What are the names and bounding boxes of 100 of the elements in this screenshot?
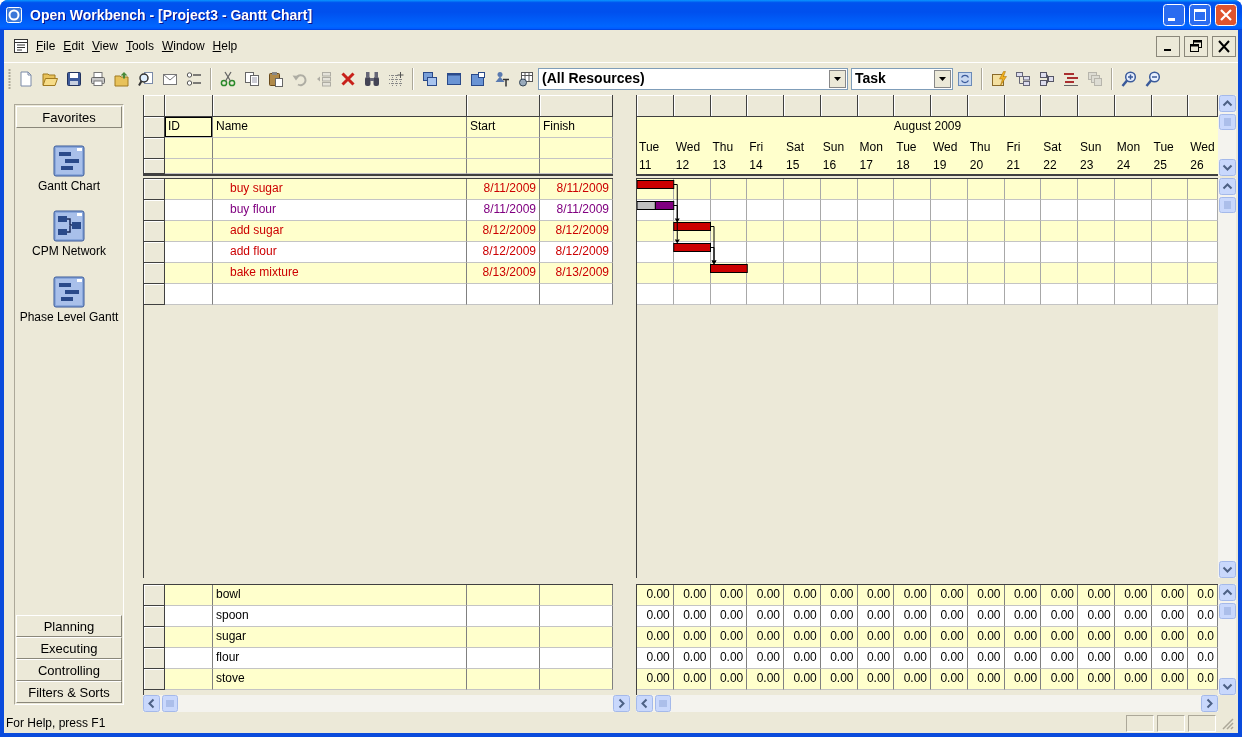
task-row[interactable]: buy sugar 8/11/2009 8/11/2009	[144, 179, 613, 200]
copy-icon[interactable]	[244, 70, 260, 87]
row-header[interactable]	[144, 284, 165, 305]
folder-arrow-icon[interactable]	[114, 70, 130, 87]
row-header[interactable]	[144, 669, 165, 690]
blank-timescale-header[interactable]	[747, 95, 784, 117]
row-header[interactable]	[144, 585, 165, 606]
blank-column-header[interactable]	[144, 95, 165, 117]
scroll-down-button[interactable]	[1219, 159, 1236, 176]
clipboard-icon[interactable]	[268, 70, 284, 87]
view-label[interactable]: Phase Level Gantt	[19, 309, 119, 325]
scroll-right-button[interactable]	[613, 695, 630, 712]
table-icon[interactable]	[518, 70, 534, 87]
dropdown[interactable]: (All Resources)	[538, 67, 848, 90]
close-button[interactable]	[1212, 35, 1236, 57]
blank-timescale-header[interactable]	[1041, 95, 1078, 117]
blank-timescale-header[interactable]	[1004, 95, 1042, 117]
binoculars-icon[interactable]	[364, 70, 380, 87]
blank-column-header[interactable]	[213, 95, 467, 117]
horizontal-scrollbar[interactable]	[636, 695, 1218, 712]
scroll-thumb[interactable]	[655, 695, 671, 712]
row-header[interactable]	[144, 179, 165, 200]
resize-grip[interactable]	[1220, 716, 1234, 730]
blank-timescale-header[interactable]	[1151, 95, 1189, 117]
scroll-up-button[interactable]	[1219, 178, 1236, 195]
network-diagram-icon[interactable]	[53, 210, 85, 243]
scroll-left-button[interactable]	[143, 695, 160, 712]
blank-timescale-header[interactable]	[931, 95, 968, 117]
row-header[interactable]	[144, 221, 165, 242]
blank-timescale-header[interactable]	[1078, 95, 1115, 117]
row-header[interactable]	[144, 200, 165, 221]
magnifier-page-icon[interactable]	[138, 70, 154, 87]
view-label[interactable]: Gantt Chart	[38, 179, 100, 194]
zoom-out-icon[interactable]	[1145, 70, 1161, 87]
gantt-bars-icon[interactable]	[1063, 70, 1079, 87]
vertical-scrollbar[interactable]	[1218, 95, 1236, 176]
resource-row[interactable]: stove	[144, 669, 613, 690]
task-row[interactable]: bake mixture 8/13/2009 8/13/2009	[144, 263, 613, 284]
blank-timescale-header[interactable]	[967, 95, 1005, 117]
stacked-windows-icon[interactable]	[422, 70, 438, 87]
view-label[interactable]: CPM Network	[32, 244, 106, 259]
document-icon[interactable]	[14, 39, 28, 53]
task-row[interactable]: add sugar 8/12/2009 8/12/2009	[144, 221, 613, 242]
print-icon[interactable]	[90, 70, 106, 87]
scroll-up-button[interactable]	[1219, 584, 1236, 601]
zoom-in-icon[interactable]	[1121, 70, 1137, 87]
scroll-thumb[interactable]	[162, 695, 178, 712]
row-header[interactable]	[144, 117, 165, 138]
menu-item[interactable]: File	[32, 38, 60, 54]
blank-timescale-header[interactable]	[1114, 95, 1152, 117]
row-header[interactable]	[144, 242, 165, 263]
task-row[interactable]: add flour 8/12/2009 8/12/2009	[144, 242, 613, 263]
sidebar-group-button[interactable]: Controlling	[16, 659, 122, 681]
scissors-icon[interactable]	[220, 70, 236, 87]
app-icon[interactable]	[6, 7, 22, 23]
gantt-chart-icon[interactable]	[53, 275, 85, 308]
menu-item[interactable]: Help	[208, 38, 242, 54]
blank-timescale-header[interactable]	[857, 95, 895, 117]
scroll-thumb[interactable]	[1219, 197, 1236, 213]
open-folder-icon[interactable]	[42, 70, 58, 87]
blank-timescale-header[interactable]	[637, 95, 674, 117]
horizontal-scrollbar[interactable]	[143, 695, 630, 712]
row-header[interactable]	[144, 263, 165, 284]
scroll-right-button[interactable]	[1201, 695, 1218, 712]
row-header[interactable]	[144, 138, 165, 159]
blank-timescale-header[interactable]	[784, 95, 821, 117]
save-icon[interactable]	[66, 70, 82, 87]
vertical-scrollbar[interactable]	[1218, 584, 1236, 695]
scroll-left-button[interactable]	[636, 695, 653, 712]
gantt-chart-icon[interactable]	[53, 145, 85, 177]
blank-timescale-header[interactable]	[1188, 95, 1218, 117]
blank-timescale-header[interactable]	[673, 95, 711, 117]
list-icon[interactable]	[186, 70, 202, 87]
sidebar-group-button[interactable]: Filters & Sorts	[16, 681, 122, 703]
blank-timescale-header[interactable]	[894, 95, 931, 117]
row-header[interactable]	[144, 648, 165, 669]
scroll-down-button[interactable]	[1219, 561, 1236, 578]
resource-row[interactable]: sugar	[144, 627, 613, 648]
scroll-thumb[interactable]	[1219, 603, 1236, 619]
refresh-icon[interactable]	[957, 70, 973, 87]
menu-item[interactable]: View	[88, 38, 122, 54]
blank-column-header[interactable]	[540, 95, 613, 117]
column-header[interactable]: ID	[165, 117, 213, 138]
dotted-grid-icon[interactable]	[388, 70, 404, 87]
task-row[interactable]: buy flour 8/11/2009 8/11/2009	[144, 200, 613, 221]
row-header[interactable]	[144, 606, 165, 627]
blank-timescale-header[interactable]	[710, 95, 748, 117]
menu-item[interactable]: Tools	[121, 38, 158, 54]
row-header[interactable]	[144, 627, 165, 648]
delete-icon[interactable]	[340, 70, 356, 87]
dropdown[interactable]: Task	[851, 67, 953, 90]
restore-button[interactable]	[1184, 35, 1208, 57]
sidebar-group-button[interactable]: Favorites	[16, 106, 122, 128]
toolbar-grip[interactable]	[8, 67, 11, 90]
task-bar[interactable]	[654, 201, 675, 210]
blank-timescale-header[interactable]	[820, 95, 858, 117]
window-icon[interactable]	[446, 70, 462, 87]
column-header[interactable]: Name	[213, 117, 467, 138]
window-corner-icon[interactable]	[470, 70, 486, 87]
person-text-icon[interactable]	[494, 70, 510, 87]
